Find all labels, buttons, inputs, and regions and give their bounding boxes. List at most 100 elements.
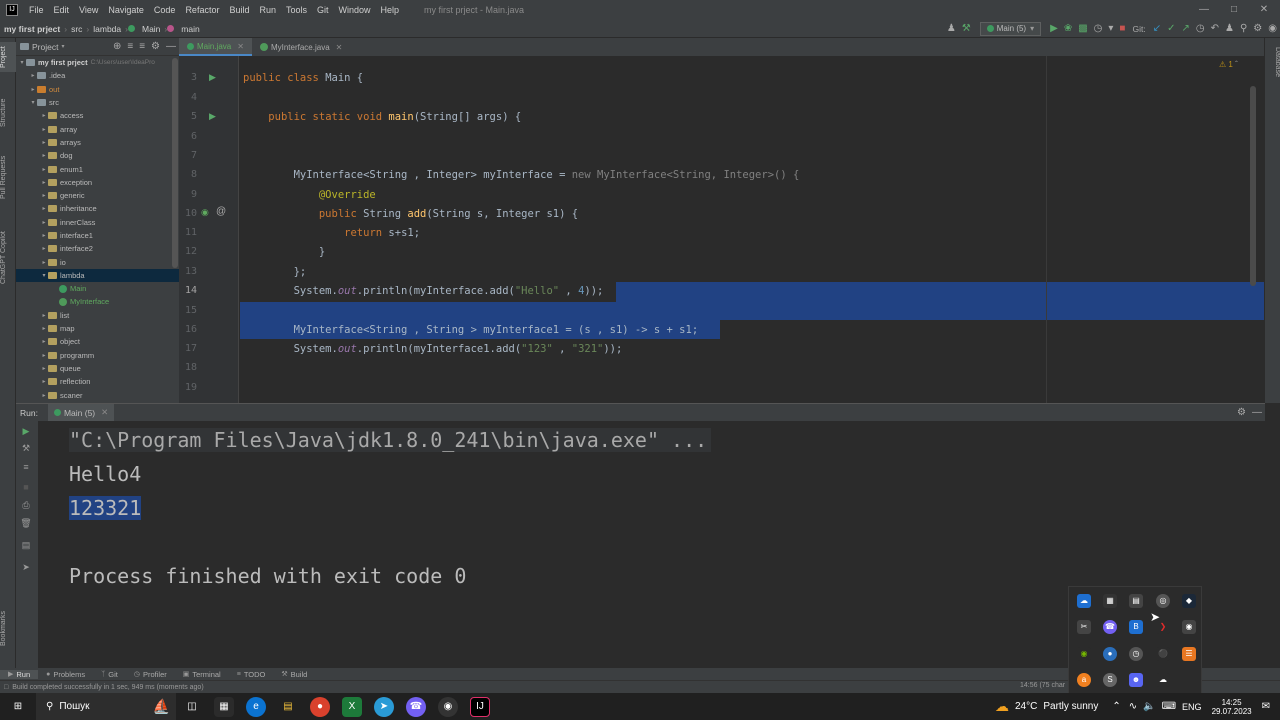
chevron-right-icon[interactable]: ▸ [40, 365, 48, 372]
status-message[interactable]: Build completed successfully in 1 sec, 9… [12, 684, 203, 691]
git-push-icon[interactable]: ↗ [1178, 23, 1192, 34]
tab-main-java[interactable]: Main.java ✕ [179, 38, 252, 56]
tree-row-interface2[interactable]: ▸ interface2 [16, 242, 179, 255]
steam-icon[interactable]: ◆ [1182, 594, 1196, 608]
pin-icon[interactable]: ➤ [20, 561, 32, 573]
print-icon[interactable]: ⎙ [20, 499, 32, 511]
camera-icon[interactable]: ◉ [1182, 620, 1196, 634]
display-icon[interactable]: ▤ [1129, 594, 1143, 608]
chevron-right-icon[interactable]: ▸ [29, 72, 37, 79]
run-tab-main[interactable]: Main (5) ✕ [47, 403, 115, 422]
chevron-right-icon[interactable]: ▸ [40, 312, 48, 319]
tree-row-out[interactable]: ▸ out [16, 83, 179, 96]
tree-row-lambda[interactable]: ▾ lambda [16, 268, 179, 283]
chevron-right-icon[interactable]: ▸ [40, 392, 48, 399]
trash-icon[interactable]: 🗑 [20, 517, 32, 529]
tool-tab-problems[interactable]: ● Problems [38, 670, 93, 679]
tool-tab-todo[interactable]: ≡ TODO [229, 670, 274, 679]
clock-app-icon[interactable]: ◷ [1129, 647, 1143, 661]
close-button[interactable]: ✕ [1250, 0, 1278, 20]
chevron-right-icon[interactable]: ▸ [40, 166, 48, 173]
chevron-right-icon[interactable]: ▸ [40, 192, 48, 199]
tree-row-access[interactable]: ▸ access [16, 109, 179, 122]
status-panel-icon[interactable]: □ [0, 684, 12, 691]
weather-description[interactable]: Partly sunny [1043, 701, 1098, 712]
stop-icon[interactable]: ■ [1116, 23, 1128, 34]
file-explorer-icon[interactable]: ▤ [278, 697, 298, 717]
chevron-right-icon[interactable]: ▸ [40, 112, 48, 119]
menu-run[interactable]: Run [254, 5, 281, 15]
chevron-right-icon[interactable]: ▸ [40, 245, 48, 252]
profile-icon[interactable]: ◷ [1091, 23, 1106, 34]
chevron-right-icon[interactable]: ▸ [40, 338, 48, 345]
run-config-select[interactable]: Main (5) ▾ [979, 21, 1042, 36]
cloud-drive-icon[interactable]: ☁ [1156, 673, 1170, 687]
menu-code[interactable]: Code [149, 5, 181, 15]
tree-row-programm[interactable]: ▸ programm [16, 349, 179, 362]
run-class-gutter-icon[interactable]: ▶ [209, 72, 216, 83]
wrench-icon[interactable]: ⚒ [20, 442, 32, 454]
snip-icon[interactable]: ✂ [1077, 620, 1091, 634]
menu-navigate[interactable]: Navigate [103, 5, 149, 15]
menu-help[interactable]: Help [376, 5, 405, 15]
override-gutter-icon[interactable]: @ [216, 206, 226, 217]
menu-git[interactable]: Git [312, 5, 334, 15]
windows-start-icon[interactable]: ⊞ [8, 697, 28, 717]
weather-icon[interactable]: ☁ [995, 698, 1009, 715]
tree-row-myinterface[interactable]: MyInterface [16, 295, 179, 308]
users-icon[interactable]: ♟ [1222, 23, 1237, 34]
breadcrumb-src[interactable]: src [67, 24, 86, 34]
intellij-taskbar-icon[interactable]: IJ [470, 696, 490, 717]
bookmarks-tool-tab[interactable]: Bookmarks [0, 608, 16, 648]
breadcrumb-main-class[interactable]: Main [138, 24, 164, 34]
task-view-icon[interactable]: ◫ [182, 697, 202, 717]
chevron-right-icon[interactable]: ▸ [40, 126, 48, 133]
close-tab-icon[interactable]: ✕ [237, 42, 244, 51]
chevron-right-icon[interactable]: ▸ [40, 259, 48, 266]
breadcrumb-main-method[interactable]: main [177, 24, 203, 34]
tool-tab-build[interactable]: ⚒ Build [273, 670, 315, 679]
pull-requests-tool-tab[interactable]: Pull Requests [0, 150, 16, 205]
telegram-icon[interactable]: ➤ [374, 696, 394, 717]
locate-icon[interactable]: ⊕ [110, 41, 124, 52]
windows-security-icon[interactable]: ▦ [1103, 594, 1117, 608]
close-tab-icon[interactable]: ✕ [336, 43, 343, 52]
menu-tools[interactable]: Tools [281, 5, 312, 15]
viber-icon[interactable]: ☎ [406, 696, 426, 717]
database-tool-tab[interactable]: Database [1265, 42, 1280, 82]
tree-row-enum1[interactable]: ▸ enum1 [16, 162, 179, 175]
run-main-gutter-icon[interactable]: ▶ [209, 111, 216, 122]
implements-gutter-icon[interactable]: ◉ [201, 207, 209, 218]
gear-icon[interactable]: ⚙ [148, 41, 163, 52]
tool-tab-git[interactable]: ᛉ Git [93, 670, 126, 679]
tree-row-interface1[interactable]: ▸ interface1 [16, 229, 179, 242]
tray-overflow-chevron-icon[interactable]: ⌃ [1112, 701, 1120, 712]
menu-build[interactable]: Build [224, 5, 254, 15]
excel-icon[interactable]: X [342, 696, 362, 717]
editor-scrollbar[interactable] [1250, 86, 1256, 286]
chrome-icon[interactable]: ● [1103, 647, 1117, 661]
add-user-icon[interactable]: ♟ [944, 23, 959, 34]
tree-row-generic[interactable]: ▸ generic [16, 189, 179, 202]
tab-myinterface-java[interactable]: MyInterface.java ✕ [252, 38, 350, 56]
tree-row-arrays[interactable]: ▸ arrays [16, 136, 179, 149]
volume-icon[interactable]: 🔈 [1143, 701, 1155, 712]
tree-row-root[interactable]: ▾ my first prject C:\Users\user\IdeaPro [16, 56, 179, 69]
tree-row-reflection[interactable]: ▸ reflection [16, 375, 179, 388]
ide-logo-icon[interactable]: ◉ [1265, 23, 1280, 34]
rerun-icon[interactable]: ▶ [20, 425, 32, 437]
chevron-right-icon[interactable]: ▸ [29, 86, 37, 93]
tool-tab-terminal[interactable]: ▣ Terminal [175, 670, 229, 679]
breadcrumb-project[interactable]: my first prject [0, 24, 64, 34]
close-tab-icon[interactable]: ✕ [101, 407, 108, 418]
stop-icon[interactable]: ■ [20, 481, 32, 493]
structure-tool-tab[interactable]: Structure [0, 93, 16, 133]
tree-row-dog[interactable]: ▸ dog [16, 149, 179, 162]
git-commit-icon[interactable]: ✓ [1164, 23, 1178, 34]
hide-panel-icon[interactable]: — [1249, 407, 1265, 418]
menu-window[interactable]: Window [334, 5, 376, 15]
collapse-all-icon[interactable]: ≡ [136, 41, 148, 52]
tree-row-list[interactable]: ▸ list [16, 309, 179, 322]
minimize-button[interactable]: — [1190, 0, 1218, 20]
nvidia-icon[interactable]: ◉ [1077, 647, 1091, 661]
